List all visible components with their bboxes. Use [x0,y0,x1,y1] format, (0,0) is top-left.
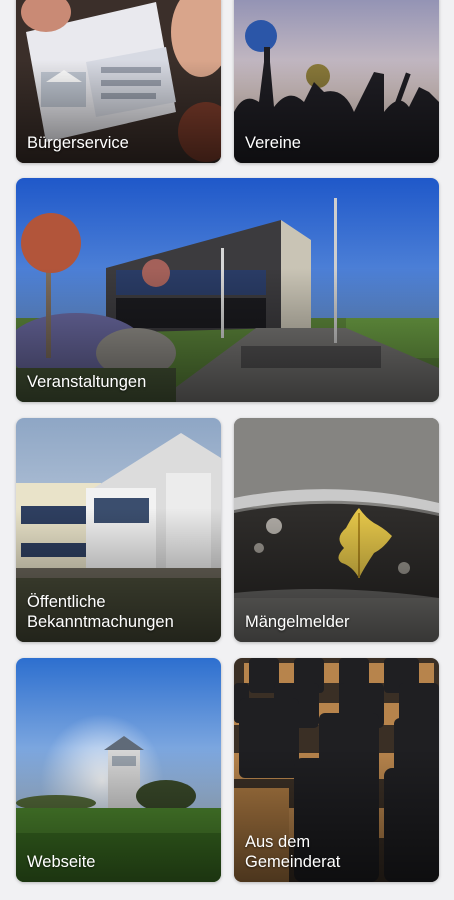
tile-vereine[interactable]: Vereine [234,0,439,163]
tile-label: Veranstaltungen [27,373,147,391]
tile-label: Webseite [27,853,96,871]
tile-label: Öffentliche Bekanntmachungen [27,593,174,631]
tile-veranstaltungen[interactable]: Veranstaltungen [16,178,439,402]
tile-webseite[interactable]: Webseite [16,658,221,882]
tile-bekanntmachungen[interactable]: Öffentliche Bekanntmachungen [16,418,221,642]
tile-maengelmelder[interactable]: Mängelmelder [234,418,439,642]
tile-gemeinderat[interactable]: Aus dem Gemeinderat [234,658,439,882]
tile-label: Aus dem Gemeinderat [245,833,341,871]
tile-buergerservice[interactable]: Bürgerservice [16,0,221,163]
tile-label: Vereine [245,134,301,152]
tile-label: Mängelmelder [245,613,350,631]
tile-label: Bürgerservice [27,134,129,152]
